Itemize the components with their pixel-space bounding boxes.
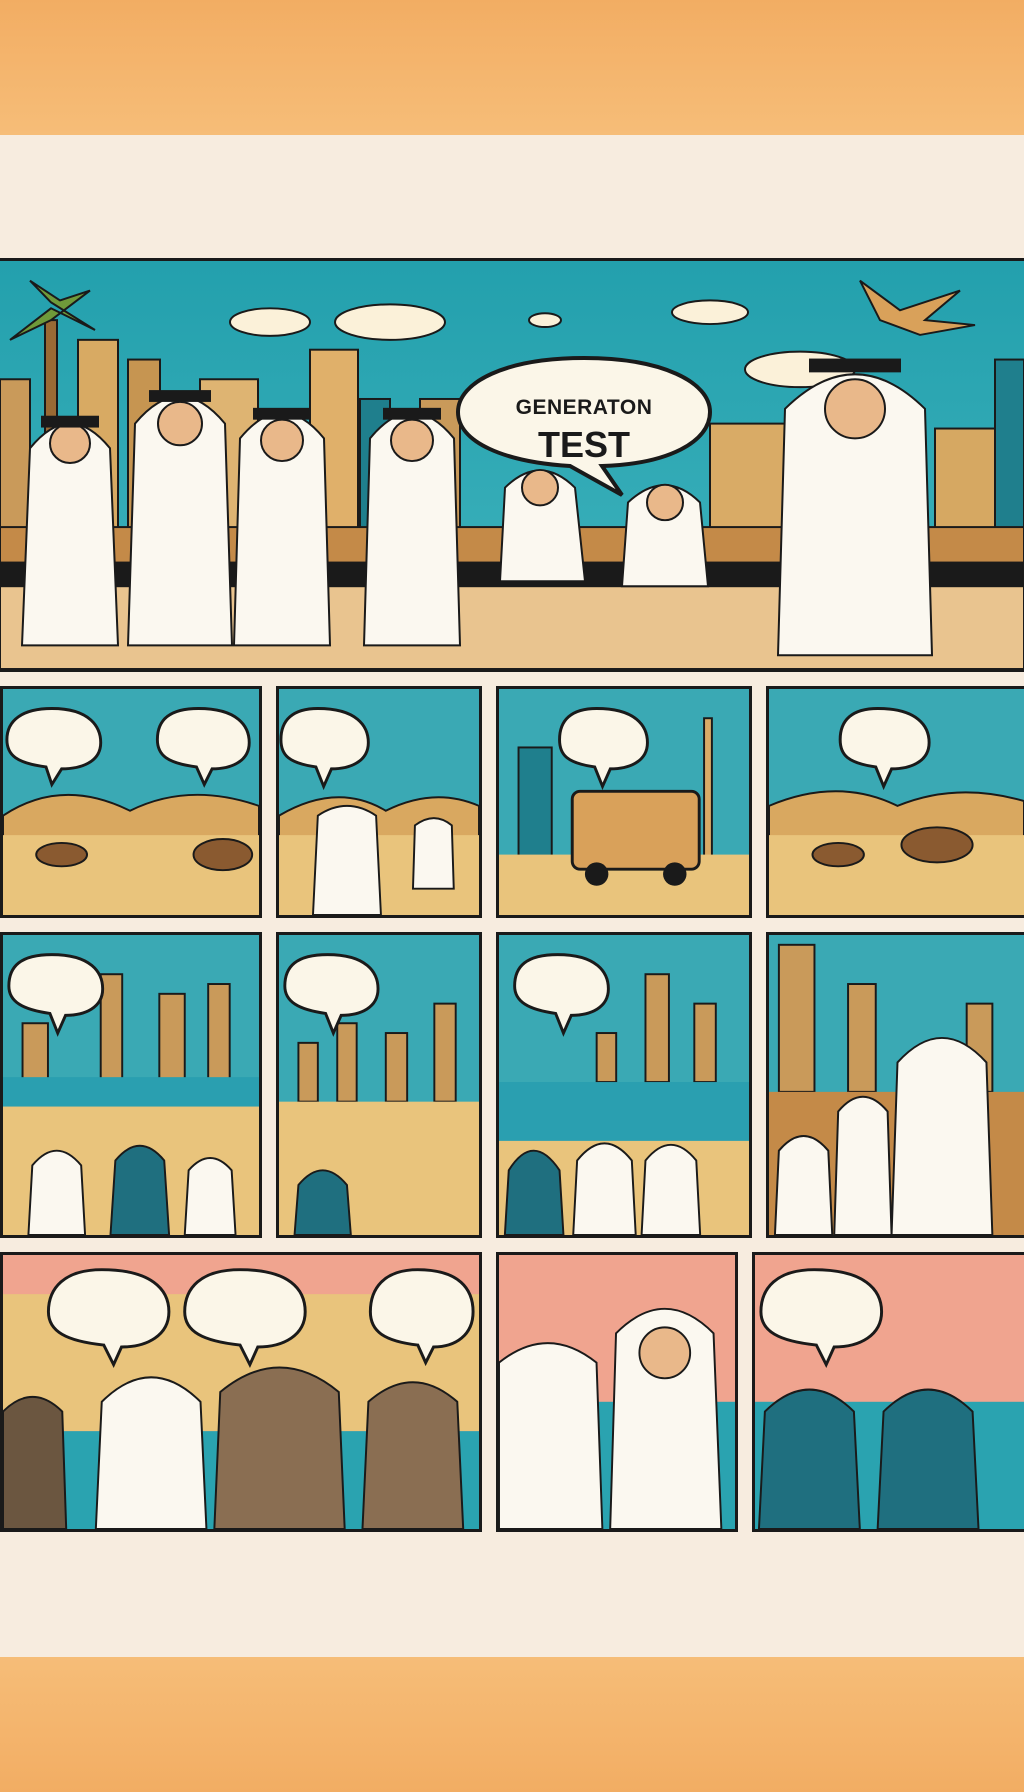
comic-panel-desert-3 (496, 686, 752, 918)
bubble-title-line1: GENERATON (515, 396, 653, 419)
desert-scene (3, 689, 259, 915)
classroom-scene (3, 1255, 479, 1529)
city-flag-scene (499, 935, 749, 1235)
students-reading-scene (755, 1255, 1024, 1529)
comic-panel-class-2 (496, 1252, 738, 1532)
desert-scene (279, 689, 479, 915)
top-orange-band (0, 0, 1024, 135)
teacher-student-scene (499, 1255, 735, 1529)
comic-panel-class-1 (0, 1252, 482, 1532)
comic-panel-desert-1 (0, 686, 262, 918)
hero-speech-bubble: GENERATON TEST (452, 350, 716, 500)
bottom-orange-band (0, 1657, 1024, 1792)
comic-panel-city-2 (276, 932, 482, 1238)
comic-panel-city-1 (0, 932, 262, 1238)
bubble-title-line2: TEST (537, 424, 630, 465)
comic-panel-city-4 (766, 932, 1024, 1238)
desert-camel-scene (769, 689, 1024, 915)
city-group-scene (769, 935, 1024, 1235)
city-waterfront-scene (3, 935, 259, 1235)
comic-panel-class-3 (752, 1252, 1024, 1532)
comic-panel-city-3 (496, 932, 752, 1238)
city-desert-scene (279, 935, 479, 1235)
city-truck-scene (499, 689, 749, 915)
comic-panel-desert-2 (276, 686, 482, 918)
comic-panel-desert-4 (766, 686, 1024, 918)
